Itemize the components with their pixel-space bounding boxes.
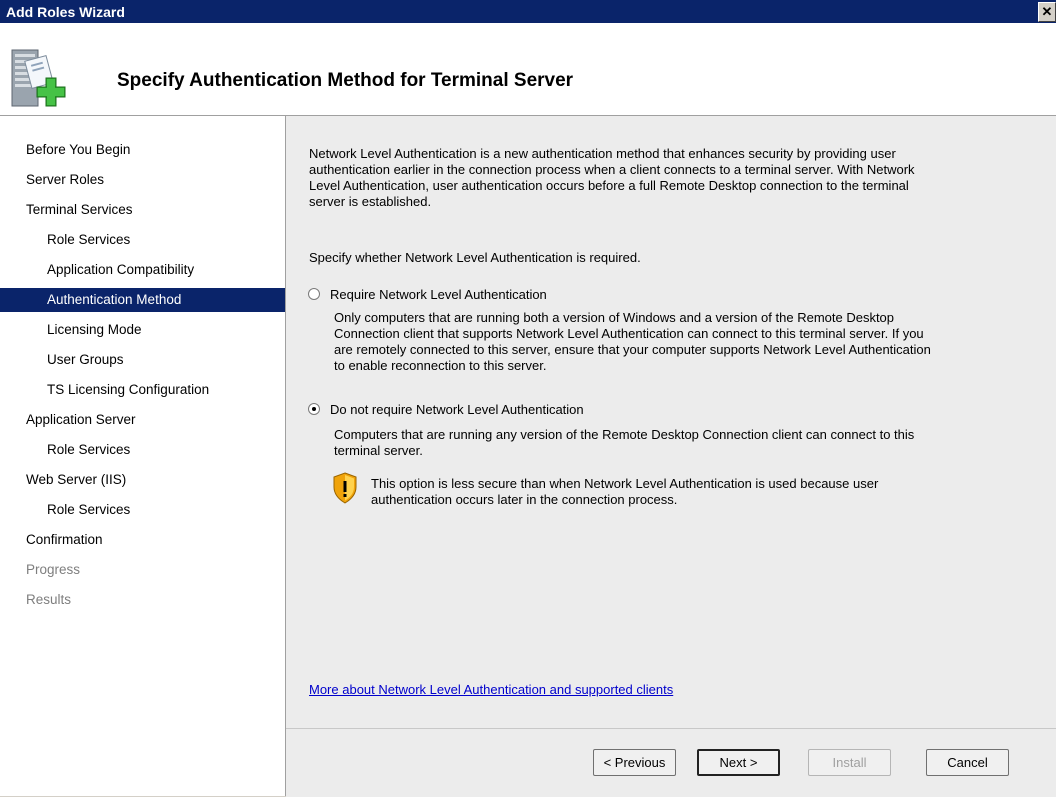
- nav-licensing-mode[interactable]: Licensing Mode: [0, 318, 285, 342]
- cancel-button[interactable]: Cancel: [926, 749, 1009, 776]
- close-button[interactable]: ✕: [1038, 2, 1056, 22]
- nav-user-groups[interactable]: User Groups: [0, 348, 285, 372]
- require-nla-description: Only computers that are running both a v…: [334, 310, 931, 373]
- nav-application-compatibility[interactable]: Application Compatibility: [0, 258, 285, 282]
- next-button[interactable]: Next >: [697, 749, 780, 776]
- security-warning-text: This option is less secure than when Net…: [371, 476, 879, 507]
- nav-confirmation[interactable]: Confirmation: [0, 528, 285, 552]
- require-nla-radio[interactable]: [308, 288, 320, 300]
- previous-button[interactable]: < Previous: [593, 749, 676, 776]
- do-not-require-nla-radio[interactable]: [308, 403, 320, 415]
- nav-terminal-services[interactable]: Terminal Services: [0, 198, 285, 222]
- do-not-require-nla-description: Computers that are running any version o…: [334, 427, 915, 458]
- nav-before-you-begin[interactable]: Before You Begin: [0, 138, 285, 162]
- intro-text: Network Level Authentication is a new au…: [309, 146, 915, 209]
- nav-progress: Progress: [26, 562, 81, 577]
- do-not-require-nla-option[interactable]: Do not require Network Level Authenticat…: [308, 402, 1008, 420]
- nav-results: Results: [26, 592, 72, 607]
- nav-application-server[interactable]: Application Server: [0, 408, 285, 432]
- wizard-header: Specify Authentication Method for Termin…: [0, 23, 1056, 116]
- nav-server-roles[interactable]: Server Roles: [0, 168, 285, 192]
- close-icon: ✕: [1041, 4, 1053, 19]
- install-button: Install: [808, 749, 891, 776]
- nav-as-role-services[interactable]: Role Services: [0, 438, 285, 462]
- wizard-footer: < Previous Next > Install Cancel: [286, 728, 1056, 797]
- wizard-content: Network Level Authentication is a new au…: [286, 116, 1056, 728]
- nav-web-server-iis[interactable]: Web Server (IIS): [0, 468, 285, 492]
- nav-iis-role-services[interactable]: Role Services: [0, 498, 285, 522]
- require-nla-option[interactable]: Require Network Level Authentication: [308, 287, 1008, 305]
- security-warning-shield-icon: [333, 472, 357, 504]
- wizard-steps-nav: Before You Begin Server Roles Terminal S…: [0, 116, 286, 796]
- nla-prompt: Specify whether Network Level Authentica…: [309, 250, 641, 265]
- nav-ts-role-services[interactable]: Role Services: [0, 228, 285, 252]
- title-bar: Add Roles Wizard ✕: [0, 0, 1056, 23]
- require-nla-label[interactable]: Require Network Level Authentication: [330, 287, 547, 302]
- window-title: Add Roles Wizard: [6, 4, 125, 20]
- page-title: Specify Authentication Method for Termin…: [117, 70, 574, 91]
- nav-ts-licensing-configuration[interactable]: TS Licensing Configuration: [0, 378, 285, 402]
- server-add-icon: [11, 49, 66, 107]
- nla-more-info-link[interactable]: More about Network Level Authentication …: [309, 682, 673, 697]
- nav-authentication-method[interactable]: Authentication Method: [0, 288, 285, 312]
- do-not-require-nla-label[interactable]: Do not require Network Level Authenticat…: [330, 402, 584, 417]
